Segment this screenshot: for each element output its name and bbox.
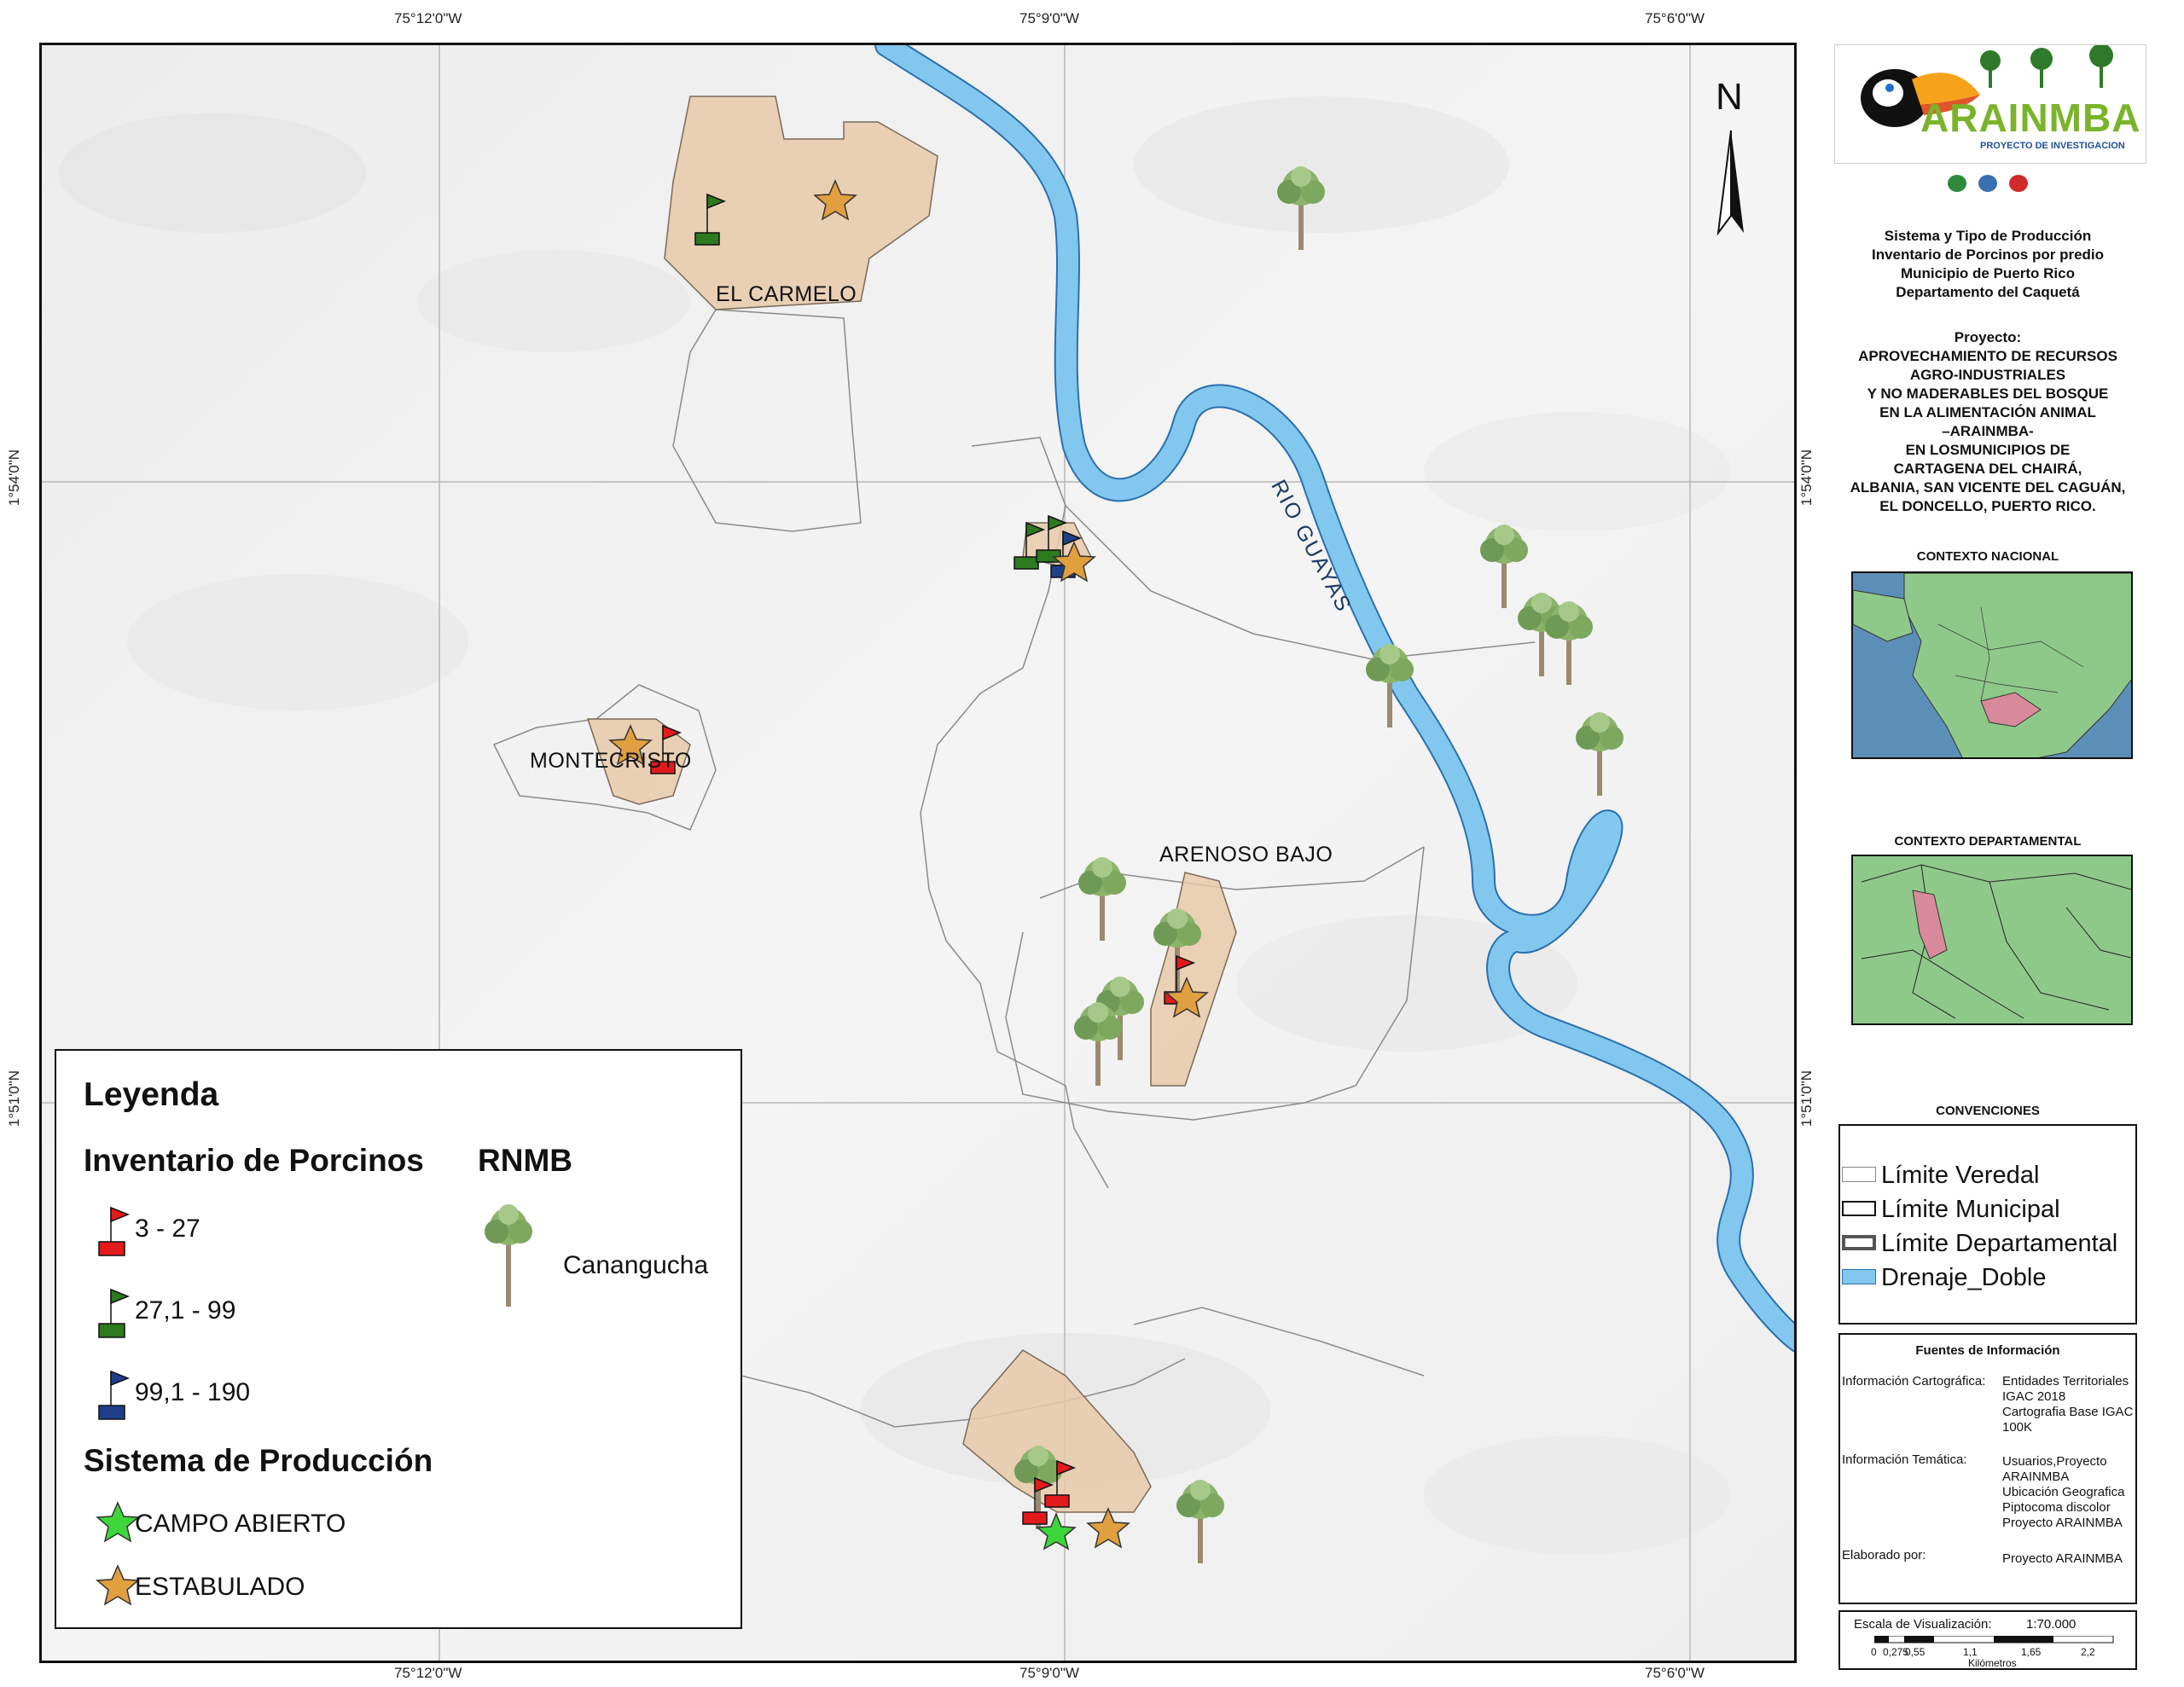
conv-veredal-swatch	[1842, 1167, 1876, 1182]
scale-unit: Kilómetros	[1968, 1657, 2017, 1669]
arainmba-logo: ARAINMBA PROYECTO DE INVESTIGACION	[1834, 44, 2146, 164]
coord-bottom-1: 75°12'0"W	[394, 1665, 462, 1681]
convenciones-box: Límite Veredal Límite Municipal Límite D…	[1838, 1124, 2137, 1325]
scale-tick-5: 2,2	[2081, 1646, 2095, 1658]
scale-tick-2: 0,55	[1905, 1646, 1926, 1658]
map-title: Sistema y Tipo de Producción Inventario …	[1871, 228, 2105, 300]
inset-departamental-map	[1853, 856, 2131, 1023]
legend-title: Leyenda	[84, 1076, 219, 1113]
partner-logo-icon	[2009, 175, 2028, 192]
conv-drenaje-label: Drenaje_Doble	[1881, 1264, 2047, 1291]
coord-left-2: 1°51'0"N	[6, 1070, 23, 1128]
logo-text: ARAINMBA	[1920, 96, 2141, 140]
coord-top-3: 75°6'0"W	[1645, 10, 1705, 26]
legend-inventory-title: Inventario de Porcinos	[84, 1143, 424, 1178]
fuente-tematica-4: Piptocoma discolor	[2002, 1500, 2111, 1515]
partner-logo-icon	[1948, 175, 1966, 192]
conv-departamental-swatch	[1842, 1235, 1876, 1250]
legend-estabulado: ESTABULADO	[135, 1573, 305, 1601]
fuente-tematica-1: Usuarios,Proyecto	[2002, 1454, 2107, 1469]
conv-municipal-swatch	[1842, 1201, 1876, 1216]
north-label: N	[1716, 76, 1743, 118]
coord-bottom-3: 75°6'0"W	[1645, 1665, 1705, 1681]
coord-top-1: 75°12'0"W	[394, 10, 462, 26]
scale-tick-4: 1,65	[2021, 1646, 2042, 1658]
legend-inventory-1: 3 - 27	[135, 1215, 200, 1243]
legend-box: Leyenda Inventario de Porcinos RNMB 3 - …	[55, 1049, 742, 1629]
legend-rnmb-title: RNMB	[478, 1143, 572, 1178]
coord-left-1: 1°54'0"N	[6, 449, 23, 507]
fuente-cartografica-3: Cartografia Base IGAC	[2002, 1405, 2134, 1419]
contexto-nacional-title: CONTEXTO NACIONAL	[1916, 549, 2059, 564]
logo-subtitle: PROYECTO DE INVESTIGACION	[1980, 141, 2125, 151]
project-description: Proyecto: APROVECHAMIENTO DE RECURSOS AG…	[1850, 329, 2126, 514]
inset-nacional-map	[1853, 573, 2131, 757]
fuente-tematica-3: Ubicación Geografica	[2002, 1485, 2125, 1499]
fuente-cartografica-4: 100K	[2002, 1420, 2033, 1435]
legend-production-title: Sistema de Producción	[84, 1443, 433, 1478]
partner-logo-icon	[1978, 175, 1997, 192]
fuentes-box: Fuentes de Información Información Carto…	[1838, 1333, 2137, 1604]
conv-drenaje-swatch	[1842, 1269, 1876, 1284]
legend-inventory-2: 27,1 - 99	[135, 1296, 236, 1325]
scale-box: Escala de Visualización: 1:70.000 0 0,27…	[1838, 1610, 2137, 1670]
conv-veredal-label: Límite Veredal	[1881, 1162, 2040, 1189]
coord-top-2: 75°9'0"W	[1019, 10, 1079, 26]
label-montecristo: MONTECRISTO	[530, 749, 692, 773]
escala-value: 1:70.000	[2026, 1617, 2077, 1632]
label-arenoso-bajo: ARENOSO BAJO	[1159, 843, 1333, 867]
escala-label: Escala de Visualización:	[1854, 1617, 1992, 1632]
partner-logos	[1937, 175, 2039, 194]
scale-tick-0: 0	[1871, 1646, 1877, 1658]
fuente-tematica-label: Información Temática:	[1842, 1452, 1967, 1467]
fuente-cartografica-2: IGAC 2018	[2002, 1389, 2066, 1404]
fuente-cartografica-label: Información Cartográfica:	[1842, 1374, 1986, 1388]
elaborado-value: Proyecto ARAINMBA	[2002, 1551, 2123, 1566]
fuente-cartografica-1: Entidades Territoriales	[2002, 1374, 2129, 1388]
legend-campo-abierto: CAMPO ABIERTO	[135, 1510, 346, 1538]
scale-tick-3: 1,1	[1963, 1646, 1978, 1658]
fuentes-title: Fuentes de Información	[1915, 1343, 2060, 1358]
coord-bottom-2: 75°9'0"W	[1019, 1665, 1079, 1681]
inset-departamental[interactable]	[1851, 855, 2133, 1025]
elaborado-label: Elaborado por:	[1842, 1548, 1926, 1562]
canangucha-icon	[485, 1204, 532, 1307]
inset-nacional[interactable]	[1851, 571, 2133, 759]
conv-municipal-label: Límite Municipal	[1881, 1196, 2060, 1223]
legend-inventory-3: 99,1 - 190	[135, 1378, 251, 1406]
legend-canangucha: Canangucha	[563, 1251, 709, 1279]
convenciones-title: CONVENCIONES	[1936, 1104, 2040, 1118]
label-el-carmelo: EL CARMELO	[716, 282, 857, 306]
fuente-tematica-5: Proyecto ARAINMBA	[2002, 1516, 2123, 1530]
conv-departamental-label: Límite Departamental	[1881, 1230, 2118, 1257]
contexto-departamental-title: CONTEXTO DEPARTAMENTAL	[1894, 834, 2082, 849]
fuente-tematica-2: ARAINMBA	[2002, 1470, 2070, 1484]
